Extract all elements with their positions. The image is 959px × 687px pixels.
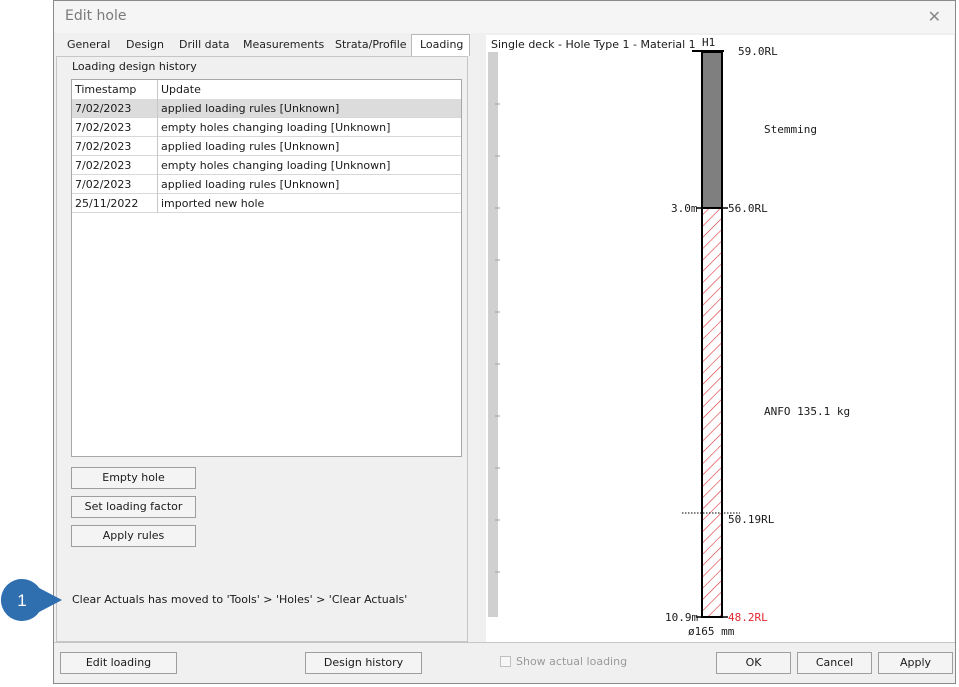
table-row[interactable]: 7/02/2023 applied loading rules [Unknown… xyxy=(72,175,461,194)
tab-drill-data[interactable]: Drill data xyxy=(171,35,238,55)
table-row[interactable]: 7/02/2023 applied loading rules [Unknown… xyxy=(72,137,461,156)
loading-history-table[interactable]: Timestamp Update 7/02/2023 applied loadi… xyxy=(71,79,462,457)
timestamp-cell: 7/02/2023 xyxy=(72,118,158,137)
show-actual-loading-label: Show actual loading xyxy=(516,655,628,668)
ok-button[interactable]: OK xyxy=(716,652,791,674)
diameter-label: ø165 mm xyxy=(688,625,735,638)
ruler-ticks xyxy=(495,103,500,573)
title-bar: Edit hole ✕ xyxy=(54,1,955,33)
update-cell: empty holes changing loading [Unknown] xyxy=(161,121,391,134)
update-cell: imported new hole xyxy=(161,197,265,210)
marker-rl-label: 50.19RL xyxy=(728,513,775,526)
hole-name-label: H1 xyxy=(702,36,715,49)
update-cell: applied loading rules [Unknown] xyxy=(161,140,340,153)
edit-hole-dialog: Edit hole ✕ General Design Drill data Me… xyxy=(53,0,956,684)
charge-label: ANFO 135.1 kg xyxy=(764,405,850,418)
timestamp-cell: 25/11/2022 xyxy=(72,194,158,213)
table-row[interactable]: 7/02/2023 applied loading rules [Unknown… xyxy=(72,99,461,118)
hole-diagram: Single deck - Hole Type 1 - Material 1 H… xyxy=(491,36,850,638)
tab-strata-profile[interactable]: Strata/Profile xyxy=(327,35,415,55)
stemming-deck xyxy=(701,51,723,209)
close-icon[interactable]: ✕ xyxy=(928,7,941,26)
timestamp-cell: 7/02/2023 xyxy=(72,175,158,194)
stemming-depth-label: 3.0m xyxy=(671,202,698,215)
dialog-title: Edit hole xyxy=(65,8,127,24)
table-header: Timestamp Update xyxy=(72,80,461,100)
update-cell: empty holes changing loading [Unknown] xyxy=(161,159,391,172)
tab-general[interactable]: General xyxy=(59,35,119,55)
callout-number: 1 xyxy=(17,591,26,610)
timestamp-cell: 7/02/2023 xyxy=(72,156,158,175)
column-header-timestamp[interactable]: Timestamp xyxy=(72,80,158,99)
tab-design[interactable]: Design xyxy=(118,35,172,55)
set-loading-factor-button[interactable]: Set loading factor xyxy=(71,496,196,518)
column-header-update[interactable]: Update xyxy=(158,80,461,99)
apply-button[interactable]: Apply xyxy=(878,652,953,674)
edit-loading-button[interactable]: Edit loading xyxy=(60,652,177,674)
toe-depth-label: 10.9m xyxy=(665,611,698,624)
hole-diagram-panel: Single deck - Hole Type 1 - Material 1 H… xyxy=(486,35,954,642)
apply-rules-button[interactable]: Apply rules xyxy=(71,525,196,547)
tab-measurements[interactable]: Measurements xyxy=(235,35,333,55)
timestamp-cell: 7/02/2023 xyxy=(72,137,158,156)
table-row[interactable]: 7/02/2023 empty holes changing loading [… xyxy=(72,156,461,175)
clear-actuals-notice: Clear Actuals has moved to 'Tools' > 'Ho… xyxy=(72,593,408,606)
diagram-title: Single deck - Hole Type 1 - Material 1 xyxy=(491,38,696,51)
cancel-button[interactable]: Cancel xyxy=(797,652,872,674)
collar-rl-label: 59.0RL xyxy=(738,45,778,58)
empty-hole-button[interactable]: Empty hole xyxy=(71,467,196,489)
update-cell: applied loading rules [Unknown] xyxy=(161,102,340,115)
table-row[interactable]: 25/11/2022 imported new hole xyxy=(72,194,461,213)
history-title: Loading design history xyxy=(72,60,197,73)
design-history-button[interactable]: Design history xyxy=(305,652,422,674)
charge-deck xyxy=(701,207,723,618)
show-actual-loading-checkbox[interactable] xyxy=(500,656,511,667)
tab-loading[interactable]: Loading xyxy=(411,34,470,56)
loading-panel: Loading design history Timestamp Update … xyxy=(56,56,468,642)
toe-rl-label: 48.2RL xyxy=(728,611,768,624)
update-cell: applied loading rules [Unknown] xyxy=(161,178,340,191)
stemming-base-rl-label: 56.0RL xyxy=(728,202,768,215)
footer-divider xyxy=(54,642,955,643)
timestamp-cell: 7/02/2023 xyxy=(72,99,158,118)
step-callout: 1 xyxy=(1,579,62,621)
stemming-label: Stemming xyxy=(764,123,817,136)
table-row[interactable]: 7/02/2023 empty holes changing loading [… xyxy=(72,118,461,137)
